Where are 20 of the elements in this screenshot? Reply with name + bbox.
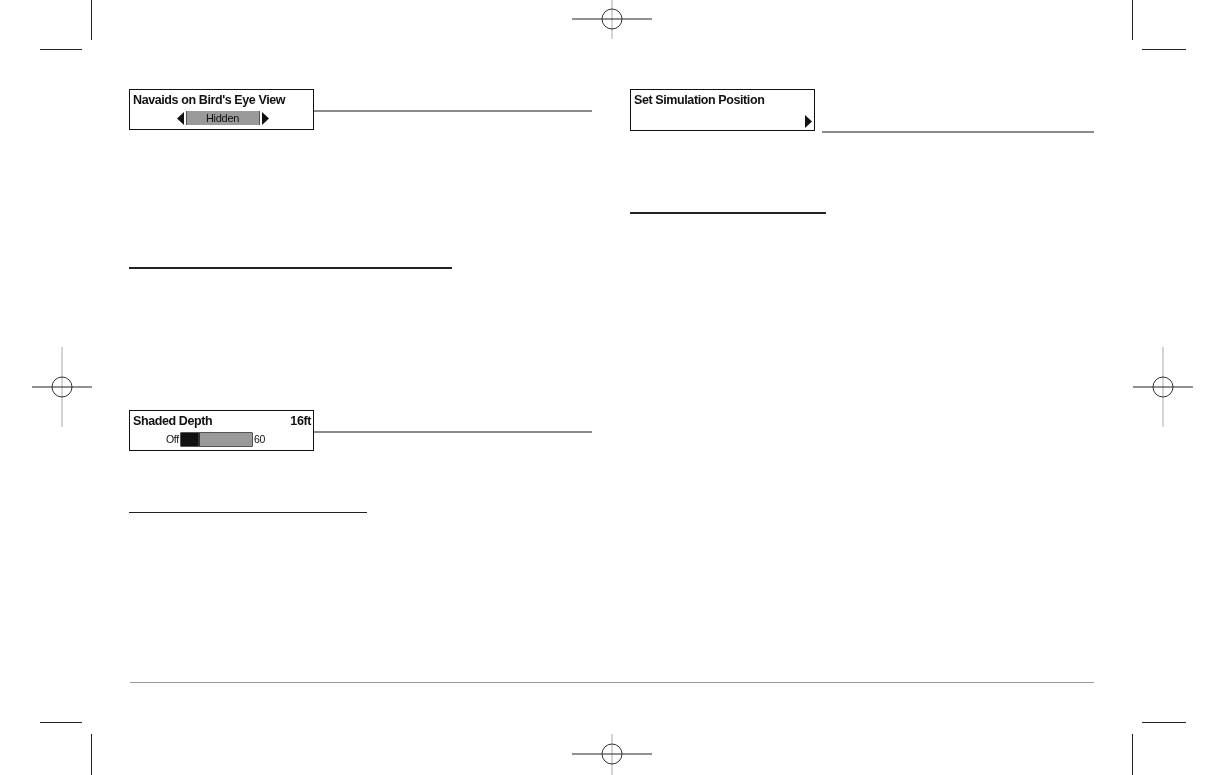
slider-max-label: 60 bbox=[253, 432, 265, 446]
crosshair-icon bbox=[1132, 346, 1194, 428]
option-value-field[interactable]: Hidden bbox=[185, 111, 260, 125]
crosshair-icon bbox=[31, 346, 93, 428]
slider-reading: 16ft bbox=[290, 412, 311, 429]
slider-min-label: Off bbox=[166, 432, 179, 446]
right-arrow-icon[interactable] bbox=[261, 111, 269, 125]
right-arrow-icon[interactable] bbox=[805, 115, 812, 128]
menu-title: Set Simulation Position bbox=[634, 92, 765, 108]
crop-mark bbox=[39, 722, 92, 775]
slider-fill[interactable] bbox=[180, 432, 201, 446]
menu-title: Shaded Depth bbox=[133, 412, 213, 429]
crop-mark bbox=[39, 0, 92, 50]
menu-title: Navaids on Bird's Eye View bbox=[133, 92, 286, 108]
slider-track[interactable] bbox=[179, 431, 253, 447]
crosshair-icon bbox=[571, 733, 653, 775]
crosshair-icon bbox=[571, 0, 653, 40]
left-arrow-icon[interactable] bbox=[176, 111, 184, 125]
crop-mark bbox=[1132, 0, 1187, 50]
crop-mark bbox=[1132, 722, 1187, 775]
